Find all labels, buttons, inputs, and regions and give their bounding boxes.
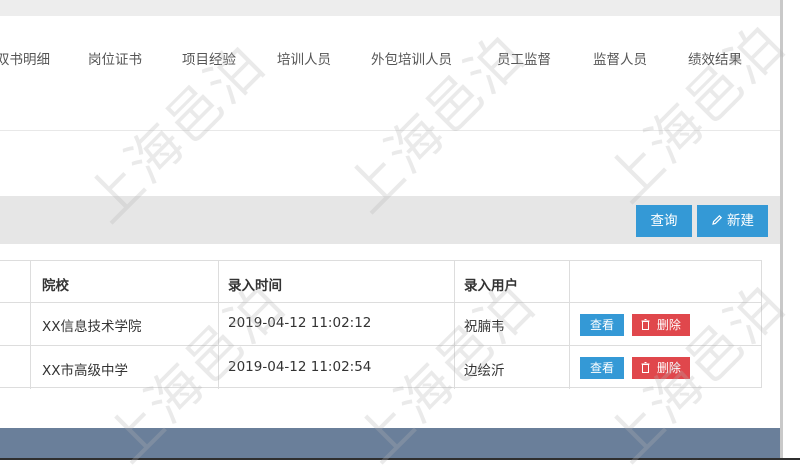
header-entry-time: 录入时间 (228, 278, 282, 294)
row2-entry-user: 边绘沂 (464, 363, 505, 379)
row2-school: XX市高级中学 (42, 363, 128, 379)
table-row-divider (0, 345, 762, 346)
row1-delete-button[interactable]: 删除 (632, 314, 690, 336)
table-column-divider (569, 261, 570, 389)
records-table: 院校 录入时间 录入用户 XX信息技术学院 2019-04-12 11:02:1… (0, 260, 762, 389)
tab-trainees[interactable]: 培训人员 (277, 48, 331, 68)
row2-entry-time: 2019-04-12 11:02:54 (228, 359, 372, 375)
trash-icon (641, 361, 654, 375)
tab-certificate-details[interactable]: 双书明细 (0, 48, 50, 68)
row2-view-button[interactable]: 查看 (580, 357, 624, 379)
footer-bar (0, 428, 780, 458)
row1-view-button[interactable]: 查看 (580, 314, 624, 336)
tab-supervisors[interactable]: 监督人员 (593, 48, 647, 68)
pencil-icon (711, 205, 723, 237)
table-column-divider (454, 261, 455, 389)
top-strip (0, 0, 780, 16)
tab-post-certificate[interactable]: 岗位证书 (88, 48, 142, 68)
header-school: 院校 (42, 278, 69, 294)
table-row-divider (0, 302, 762, 303)
query-button[interactable]: 查询 (636, 205, 692, 237)
tab-project-experience[interactable]: 项目经验 (182, 48, 236, 68)
tab-employee-supervision[interactable]: 员工监督 (497, 48, 551, 68)
delete-label: 删除 (656, 318, 681, 332)
tab-performance-results[interactable]: 绩效结果 (688, 48, 742, 68)
delete-label: 删除 (656, 361, 681, 375)
tab-outsourced-trainees[interactable]: 外包培训人员 (371, 48, 452, 68)
row2-delete-button[interactable]: 删除 (632, 357, 690, 379)
tabs-divider (0, 130, 780, 131)
trash-icon (641, 318, 654, 332)
table-column-divider (30, 261, 31, 389)
new-button-label: 新建 (727, 213, 754, 229)
table-column-divider (218, 261, 219, 389)
header-entry-user: 录入用户 (464, 278, 518, 294)
new-button[interactable]: 新建 (697, 205, 768, 237)
app-frame: 双书明细 岗位证书 项目经验 培训人员 外包培训人员 员工监督 监督人员 绩效结… (0, 0, 800, 468)
tab-bar: 双书明细 岗位证书 项目经验 培训人员 外包培训人员 员工监督 监督人员 绩效结… (0, 16, 780, 96)
window-bottom-edge (0, 458, 800, 468)
window-outer-background (783, 0, 800, 468)
row1-entry-time: 2019-04-12 11:02:12 (228, 315, 372, 331)
row1-school: XX信息技术学院 (42, 319, 142, 335)
row1-entry-user: 祝腩韦 (464, 319, 505, 335)
